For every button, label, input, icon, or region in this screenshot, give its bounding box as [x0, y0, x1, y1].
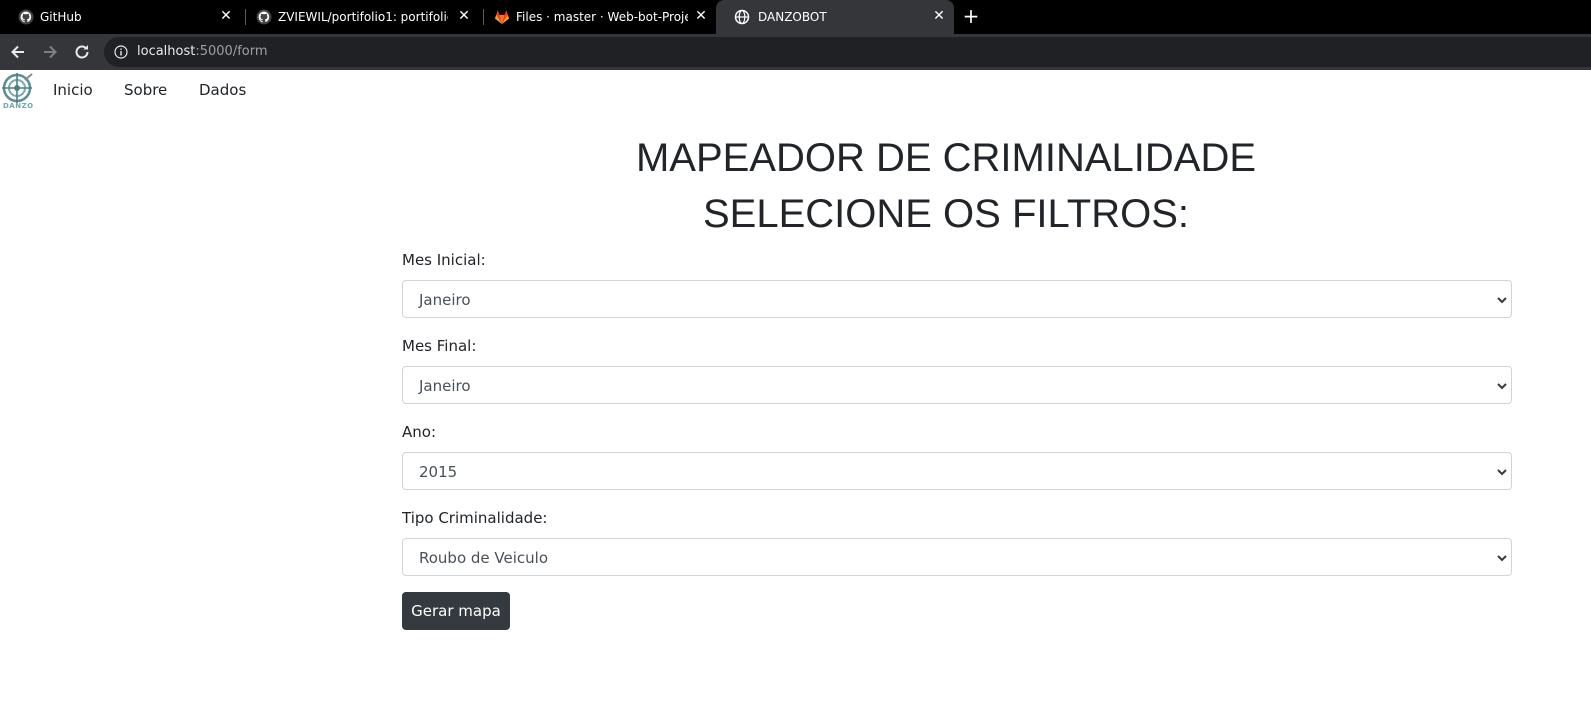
tab-title: GitHub	[40, 10, 82, 24]
tab-title: DANZOBOT	[758, 10, 827, 24]
mes-final-value: Janeiro	[419, 377, 471, 395]
mes-final-label: Mes Final:	[402, 337, 477, 355]
url-path: :5000/form	[195, 44, 268, 59]
nav-link-inicio[interactable]: Inicio	[53, 81, 93, 99]
page-title: MAPEADOR DE CRIMINALIDADE	[635, 136, 1257, 180]
close-tab-icon[interactable]: ✕	[931, 8, 947, 24]
tab-github[interactable]: GitHub ✕	[0, 0, 240, 34]
close-tab-icon[interactable]: ✕	[693, 8, 709, 24]
ano-label: Ano:	[402, 423, 436, 441]
github-icon	[18, 9, 34, 25]
reload-icon[interactable]	[72, 42, 92, 62]
info-icon[interactable]	[114, 45, 128, 59]
tipo-criminalidade-label: Tipo Criminalidade:	[402, 509, 548, 527]
github-icon	[256, 9, 272, 25]
browser-tab-strip: GitHub ✕ ZVIEWIL/portifolio1: portifolio…	[0, 0, 1591, 34]
gerar-mapa-button[interactable]: Gerar mapa	[402, 592, 510, 630]
chevron-down-icon	[1497, 383, 1507, 390]
globe-icon	[734, 9, 750, 25]
ano-select[interactable]: 2015	[402, 452, 1512, 490]
tipo-criminalidade-select[interactable]: Roubo de Veiculo	[402, 538, 1512, 576]
mes-final-select[interactable]: Janeiro	[402, 366, 1512, 404]
page-subtitle: SELECIONE OS FILTROS:	[702, 192, 1190, 236]
chevron-down-icon	[1497, 297, 1507, 304]
tab-danzobot[interactable]: DANZOBOT ✕	[716, 0, 954, 34]
chevron-down-icon	[1497, 469, 1507, 476]
tab-portifolio[interactable]: ZVIEWIL/portifolio1: portifolio1 ✕	[238, 0, 478, 34]
back-arrow-icon[interactable]	[8, 42, 28, 62]
tab-title: Files · master · Web-bot-Project /	[516, 10, 688, 24]
tab-gitlab-files[interactable]: Files · master · Web-bot-Project / ✕	[476, 0, 716, 34]
mes-inicial-value: Janeiro	[419, 291, 471, 309]
tipo-criminalidade-value: Roubo de Veiculo	[419, 549, 549, 567]
new-tab-icon[interactable]: +	[960, 6, 982, 28]
crosshair-logo-icon	[2, 73, 33, 103]
mes-inicial-label: Mes Inicial:	[402, 251, 486, 269]
tab-title: ZVIEWIL/portifolio1: portifolio1	[278, 10, 448, 24]
gitlab-icon	[495, 10, 509, 24]
address-bar[interactable]: localhost:5000/form	[104, 37, 1591, 67]
logo-text: DANZO	[3, 102, 34, 110]
nav-link-sobre[interactable]: Sobre	[124, 81, 167, 99]
site-navbar: DANZO Inicio Sobre Dados	[0, 70, 1591, 112]
ano-value: 2015	[419, 463, 458, 481]
mes-inicial-select[interactable]: Janeiro	[402, 280, 1512, 318]
close-tab-icon[interactable]: ✕	[456, 8, 472, 24]
chevron-down-icon	[1497, 555, 1507, 562]
nav-link-dados[interactable]: Dados	[199, 81, 246, 99]
close-tab-icon[interactable]: ✕	[218, 8, 234, 24]
url-text: localhost:5000/form	[137, 44, 268, 59]
browser-toolbar: localhost:5000/form	[0, 34, 1591, 70]
forward-arrow-icon[interactable]	[40, 42, 60, 62]
url-host: localhost	[137, 44, 196, 59]
danzo-logo[interactable]: DANZO	[0, 72, 34, 112]
